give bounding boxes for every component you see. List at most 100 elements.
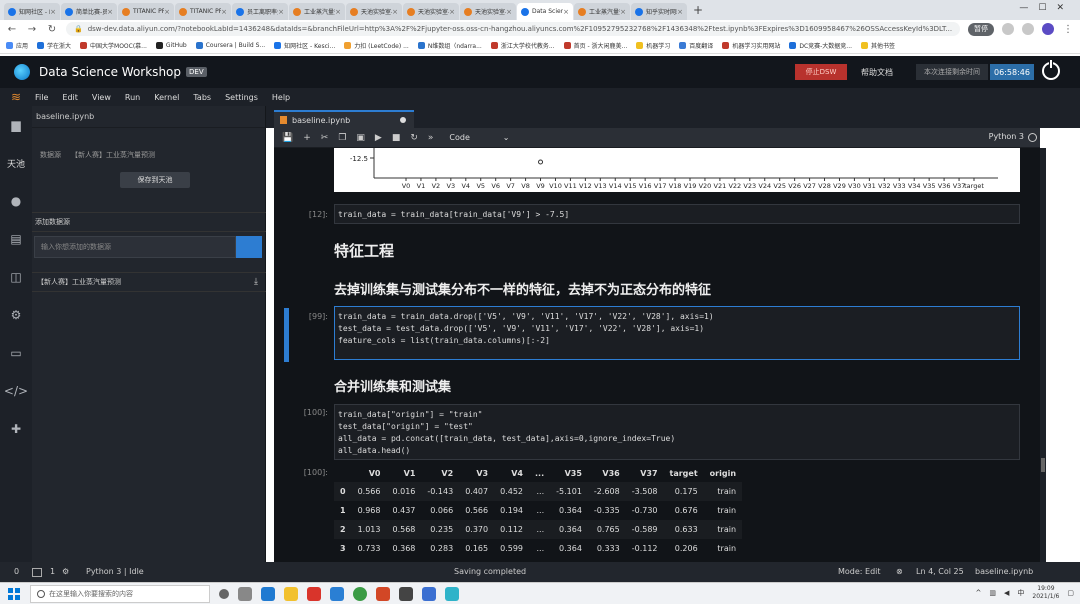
code-cell-100[interactable]: train_data["origin"] = "train" test_data[… — [334, 404, 1020, 460]
new-tab-button[interactable]: + — [691, 4, 705, 18]
task-view-icon[interactable] — [238, 586, 252, 601]
bookmark-item[interactable]: 首页 - 浙大闲鹿美... — [563, 41, 627, 50]
fast-forward-icon[interactable]: » — [428, 133, 434, 143]
bookmark-item[interactable]: 百度翻译 — [679, 41, 713, 50]
close-icon[interactable]: × — [620, 8, 626, 16]
close-icon[interactable]: × — [392, 8, 398, 16]
edge-icon[interactable] — [261, 586, 275, 601]
code-cell-12[interactable]: train_data = train_data[train_data['V9']… — [334, 204, 1020, 224]
tab-baseline-ipynb[interactable]: baseline.ipynb — [274, 110, 414, 128]
bookmark-item[interactable]: GitHub — [155, 42, 187, 49]
close-icon[interactable]: × — [221, 8, 227, 16]
close-icon[interactable]: × — [107, 8, 113, 16]
code-icon[interactable]: </> — [0, 372, 32, 410]
bookmark-item[interactable]: DC竞赛-大数据竞... — [789, 41, 852, 50]
paste-icon[interactable]: ▣ — [356, 133, 365, 143]
unsaved-dot-icon[interactable] — [400, 117, 406, 123]
database-icon[interactable]: ▤ — [0, 220, 32, 258]
puzzle-icon[interactable]: ✚ — [0, 410, 32, 448]
datasource-list-item[interactable]: 【新人赛】工业蒸汽量预测 ⤓ — [32, 272, 266, 292]
browser-tab[interactable]: 天池实验室-Data× — [346, 3, 402, 20]
kernel-status[interactable]: Python 3 | Idle — [86, 567, 144, 576]
cell-type-select[interactable]: Code ⌄ — [449, 133, 509, 142]
copy-icon[interactable]: ❐ — [338, 133, 346, 143]
powerpoint-icon[interactable] — [376, 586, 390, 601]
bookmark-item[interactable]: 浙江大学校代教务... — [490, 41, 555, 50]
app-icon[interactable] — [422, 586, 436, 601]
menu-item-settings[interactable]: Settings — [225, 93, 258, 102]
close-icon[interactable]: × — [335, 8, 341, 16]
app-icon[interactable] — [445, 586, 459, 601]
kernel-name[interactable]: Python 3 — [989, 132, 1024, 141]
extension-icon[interactable] — [1002, 23, 1014, 35]
reload-icon[interactable]: ↻ — [46, 24, 58, 35]
chrome-icon[interactable] — [353, 586, 367, 601]
folder-icon[interactable]: ▆ — [0, 106, 32, 144]
profile-button[interactable]: 暂停 — [968, 22, 994, 36]
window-icon[interactable]: ▭ — [0, 334, 32, 372]
file-explorer-icon[interactable] — [284, 586, 298, 601]
save-to-tianchi-button[interactable]: 保存到天池 — [120, 172, 190, 188]
chevron-up-icon[interactable]: ^ — [976, 589, 982, 597]
save-icon[interactable]: 💾 — [282, 133, 293, 143]
close-icon[interactable]: × — [50, 8, 56, 16]
browser-tab[interactable]: Data Science W× — [517, 3, 573, 20]
bookmark-item[interactable]: 应用 — [6, 41, 28, 50]
extension-icon[interactable] — [1022, 23, 1034, 35]
bookmark-item[interactable]: N维数组（ndarra... — [417, 41, 482, 50]
tools-icon[interactable]: ⚙ — [0, 296, 32, 334]
notebook-scrollbar[interactable] — [1040, 148, 1046, 562]
bookmark-item[interactable]: 知网社区 - Kesci... — [274, 41, 335, 50]
menu-item-file[interactable]: File — [35, 93, 48, 102]
code-cell-99[interactable]: train_data = train_data.drop(['V5', 'V9'… — [334, 306, 1020, 360]
menu-item-view[interactable]: View — [92, 93, 111, 102]
restart-icon[interactable]: ↻ — [410, 133, 418, 143]
bookmark-item[interactable]: 其他书签 — [861, 41, 895, 50]
stop-dsw-button[interactable]: 停止DSW — [795, 64, 847, 80]
cortana-icon[interactable] — [219, 588, 229, 599]
browser-tab[interactable]: 员工离职率分析× — [232, 3, 288, 20]
cursor-position[interactable]: Ln 4, Col 25 — [916, 567, 964, 576]
menu-item-run[interactable]: Run — [125, 93, 140, 102]
bug-icon[interactable]: ⊗ — [896, 567, 903, 576]
url-field[interactable]: 🔒 dsw-dev.data.aliyun.com/?notebookLabId… — [66, 22, 960, 36]
ime-indicator[interactable]: 中 — [1017, 588, 1024, 598]
browser-tab[interactable]: 天池实验室-Data× — [403, 3, 459, 20]
close-icon[interactable]: × — [278, 8, 284, 16]
run-icon[interactable]: ▶ — [375, 133, 382, 143]
bookmark-item[interactable]: 力扣 (LeetCode) ... — [344, 41, 409, 50]
help-docs-button[interactable]: 帮助文档 — [861, 64, 893, 80]
circle-icon[interactable]: ● — [0, 182, 32, 220]
kernel-icon[interactable]: ◫ — [0, 258, 32, 296]
browser-tab[interactable]: TITANIC PREDICT× — [175, 3, 231, 20]
stop-icon[interactable]: ■ — [392, 133, 401, 143]
app-icon[interactable] — [399, 586, 413, 601]
menu-item-edit[interactable]: Edit — [62, 93, 78, 102]
notification-icon[interactable]: ▢ — [1067, 589, 1074, 597]
clock[interactable]: 19:09 2021/1/6 — [1032, 585, 1059, 601]
windows-start-icon[interactable] — [8, 587, 20, 600]
kernel-count[interactable]: 1 — [50, 567, 55, 576]
browser-tab[interactable]: 工业蒸汽量预测× — [289, 3, 345, 20]
app-icon[interactable] — [330, 586, 344, 601]
bookmark-item[interactable]: 中国大学MOOC(慕... — [80, 41, 147, 50]
taskbar-search-input[interactable]: 在这里输入你要搜索的内容 — [30, 584, 210, 603]
download-icon[interactable]: ⤓ — [254, 277, 258, 287]
close-icon[interactable]: × — [677, 8, 683, 16]
menu-item-help[interactable]: Help — [272, 93, 290, 102]
datasource-search-input[interactable]: 输入你想添加的数据源 — [34, 236, 236, 258]
cut-icon[interactable]: ✂ — [321, 133, 329, 143]
bookmark-item[interactable]: Coursera | Build S... — [195, 42, 265, 49]
window-controls[interactable]: —☐✕ — [1019, 3, 1074, 13]
settings-icon[interactable]: ⚙ — [62, 567, 69, 576]
bookmark-item[interactable]: 机器学习实用网站 — [722, 41, 780, 50]
menu-icon[interactable]: ⋮ — [1062, 24, 1074, 35]
bookmark-item[interactable]: 学在浙大 — [37, 41, 71, 50]
datasource-add-button[interactable] — [236, 236, 262, 258]
browser-tab[interactable]: 知网社区 - Kaggle× — [4, 3, 60, 20]
browser-tab[interactable]: 知乎实时网站× — [631, 3, 687, 20]
tianchi-tab[interactable]: 天池 — [0, 144, 32, 182]
browser-tab[interactable]: 工业蒸汽量预测× — [574, 3, 630, 20]
menu-item-tabs[interactable]: Tabs — [193, 93, 211, 102]
bookmark-item[interactable]: 机器学习 — [636, 41, 670, 50]
